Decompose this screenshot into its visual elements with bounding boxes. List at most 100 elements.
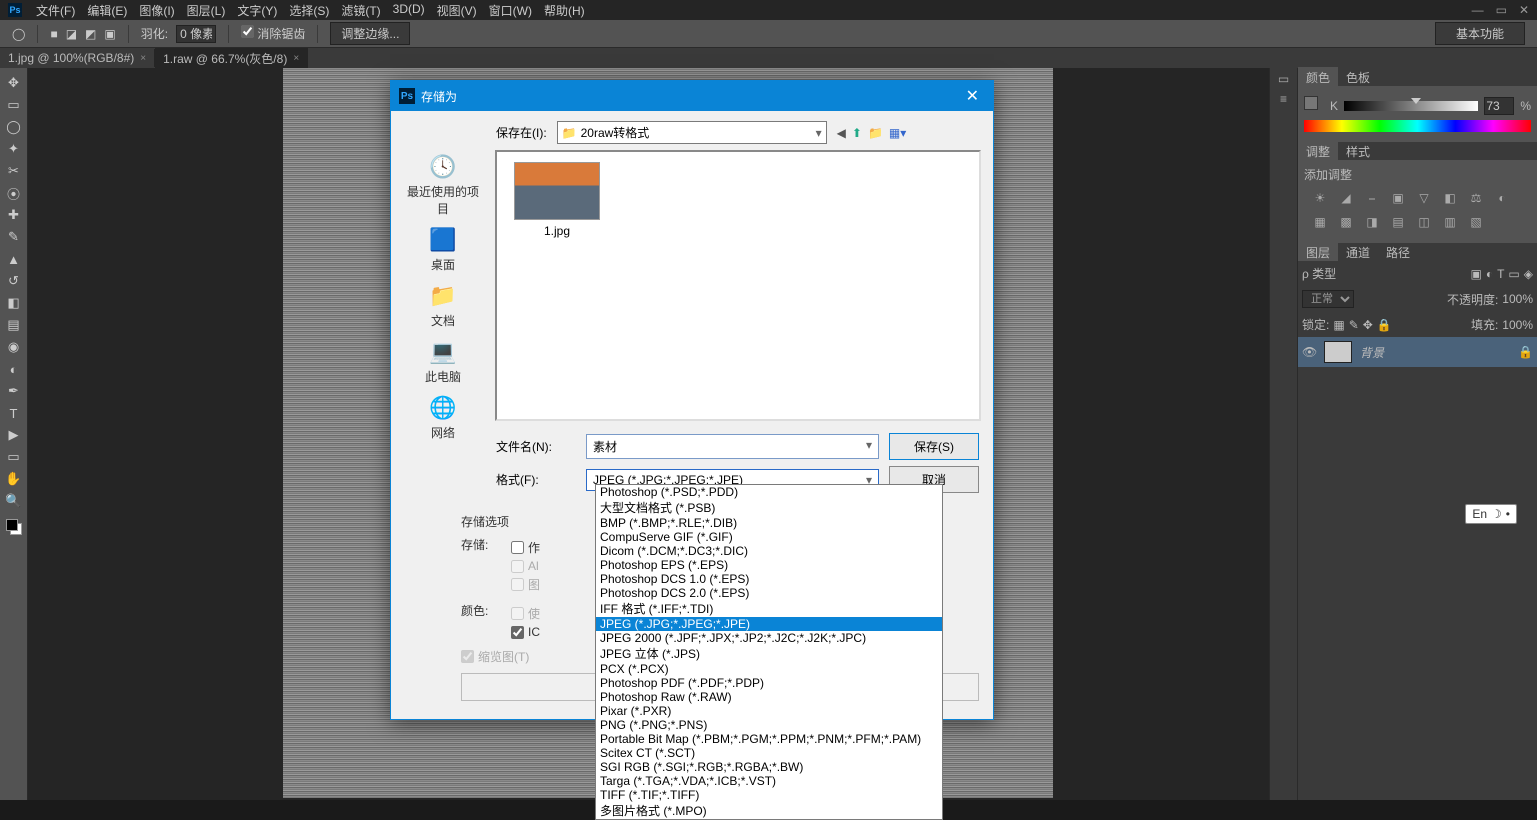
- selmode-new-icon[interactable]: ■: [50, 27, 57, 41]
- minimize-icon[interactable]: —: [1472, 3, 1484, 17]
- places-item[interactable]: 📁文档: [403, 283, 483, 329]
- format-option[interactable]: PNG (*.PNG;*.PNS): [596, 718, 942, 732]
- menu-item[interactable]: 图像(I): [133, 2, 180, 19]
- format-option[interactable]: Photoshop (*.PSD;*.PDD): [596, 485, 942, 499]
- eraser-tool-icon[interactable]: ◧: [2, 293, 26, 313]
- newfolder-icon[interactable]: 📁: [868, 126, 883, 140]
- document-tab[interactable]: 1.jpg @ 100%(RGB/8#)×: [0, 49, 155, 67]
- format-option[interactable]: Portable Bit Map (*.PBM;*.PGM;*.PPM;*.PN…: [596, 732, 942, 746]
- filter-type-icon[interactable]: T: [1497, 267, 1504, 281]
- filter-smart-icon[interactable]: ◈: [1524, 267, 1533, 281]
- mix-icon[interactable]: ▩: [1336, 213, 1356, 231]
- curves-icon[interactable]: ⎯: [1362, 189, 1382, 207]
- menu-item[interactable]: 编辑(E): [81, 2, 133, 19]
- swatches-tab[interactable]: 色板: [1338, 67, 1378, 88]
- layer-row[interactable]: 👁 背景 🔒: [1298, 337, 1537, 367]
- icc-checkbox[interactable]: IC: [511, 625, 540, 639]
- format-option[interactable]: 多图片格式 (*.MPO): [596, 802, 942, 819]
- path-select-icon[interactable]: ▶: [2, 425, 26, 445]
- document-tab[interactable]: 1.raw @ 66.7%(灰色/8)×: [155, 48, 308, 69]
- format-option[interactable]: Photoshop Raw (*.RAW): [596, 690, 942, 704]
- photo-icon[interactable]: ▦: [1310, 213, 1330, 231]
- dialog-close-icon[interactable]: ✕: [960, 86, 985, 106]
- format-option[interactable]: JPEG 2000 (*.JPF;*.JPX;*.JP2;*.J2C;*.J2K…: [596, 631, 942, 645]
- spectrum-bar[interactable]: [1304, 120, 1531, 132]
- hue-icon[interactable]: ◧: [1440, 189, 1460, 207]
- filter-shape-icon[interactable]: ▭: [1508, 267, 1519, 281]
- menu-item[interactable]: 视图(V): [431, 2, 483, 19]
- save-button[interactable]: 保存(S): [889, 433, 979, 460]
- format-option[interactable]: Photoshop DCS 1.0 (*.EPS): [596, 572, 942, 586]
- thresh-icon[interactable]: ◫: [1414, 213, 1434, 231]
- tab-close-icon[interactable]: ×: [293, 53, 299, 64]
- wand-tool-icon[interactable]: ✦: [2, 139, 26, 159]
- marquee-tool-icon[interactable]: ▭: [2, 95, 26, 115]
- crop-tool-icon[interactable]: ✂: [2, 161, 26, 181]
- lock-pos-icon[interactable]: ✥: [1363, 318, 1373, 332]
- paths-tab[interactable]: 路径: [1378, 242, 1418, 263]
- selmode-add-icon[interactable]: ◪: [66, 27, 77, 41]
- history-panel-icon[interactable]: ▭: [1278, 72, 1289, 86]
- format-option[interactable]: IFF 格式 (*.IFF;*.TDI): [596, 600, 942, 617]
- location-combo[interactable]: 📁 20raw转格式 ▾: [557, 121, 827, 144]
- places-item[interactable]: 💻此电脑: [403, 339, 483, 385]
- format-option[interactable]: Pixar (*.PXR): [596, 704, 942, 718]
- feather-input[interactable]: [176, 25, 216, 43]
- maximize-icon[interactable]: ▭: [1496, 3, 1507, 17]
- format-option[interactable]: Scitex CT (*.SCT): [596, 746, 942, 760]
- hand-tool-icon[interactable]: ✋: [2, 469, 26, 489]
- move-tool-icon[interactable]: ✥: [2, 73, 26, 93]
- levels-icon[interactable]: ◢: [1336, 189, 1356, 207]
- format-option[interactable]: JPEG (*.JPG;*.JPEG;*.JPE): [596, 617, 942, 631]
- format-option[interactable]: 大型文档格式 (*.PSB): [596, 499, 942, 516]
- menu-item[interactable]: 帮助(H): [538, 2, 591, 19]
- brightness-icon[interactable]: ☀: [1310, 189, 1330, 207]
- ime-indicator[interactable]: En☽•: [1465, 504, 1517, 524]
- channels-tab[interactable]: 通道: [1338, 242, 1378, 263]
- lasso-tool-icon[interactable]: ◯: [2, 117, 26, 137]
- pen-tool-icon[interactable]: ✒: [2, 381, 26, 401]
- sel-icon[interactable]: ▧: [1466, 213, 1486, 231]
- lasso-icon[interactable]: ◯: [12, 27, 25, 41]
- menu-item[interactable]: 滤镜(T): [335, 2, 386, 19]
- k-slider[interactable]: [1344, 101, 1478, 111]
- visibility-icon[interactable]: 👁: [1302, 345, 1316, 359]
- format-option[interactable]: SGI RGB (*.SGI;*.RGB;*.RGBA;*.BW): [596, 760, 942, 774]
- k-input[interactable]: [1484, 97, 1514, 115]
- filename-input[interactable]: 素材▾: [586, 434, 879, 459]
- properties-panel-icon[interactable]: ≡: [1280, 92, 1287, 106]
- format-option[interactable]: JPEG 立体 (*.JPS): [596, 645, 942, 662]
- menu-item[interactable]: 文字(Y): [231, 2, 283, 19]
- tab-close-icon[interactable]: ×: [140, 53, 146, 64]
- places-item[interactable]: 🕓最近使用的项目: [403, 154, 483, 217]
- zoom-tool-icon[interactable]: 🔍: [2, 491, 26, 511]
- bw-icon[interactable]: ◐: [1492, 189, 1512, 207]
- gradient-tool-icon[interactable]: ▤: [2, 315, 26, 335]
- places-item[interactable]: 🟦桌面: [403, 227, 483, 273]
- brush-tool-icon[interactable]: ✎: [2, 227, 26, 247]
- menu-item[interactable]: 窗口(W): [483, 2, 538, 19]
- opacity-value[interactable]: 100%: [1502, 292, 1533, 306]
- viewmenu-icon[interactable]: ▦▾: [889, 126, 906, 140]
- format-option[interactable]: Photoshop PDF (*.PDF;*.PDP): [596, 676, 942, 690]
- format-option[interactable]: PCX (*.PCX): [596, 662, 942, 676]
- color-swap-icon[interactable]: [5, 518, 23, 536]
- menu-item[interactable]: 图层(L): [181, 2, 232, 19]
- filter-img-icon[interactable]: ▣: [1470, 267, 1481, 281]
- format-option[interactable]: Photoshop EPS (*.EPS): [596, 558, 942, 572]
- format-option[interactable]: Photoshop DCS 2.0 (*.EPS): [596, 586, 942, 600]
- filter-adj-icon[interactable]: ◐: [1486, 267, 1493, 281]
- antialias-toggle[interactable]: 消除锯齿: [241, 25, 305, 42]
- dodge-tool-icon[interactable]: ◐: [2, 359, 26, 379]
- bal-icon[interactable]: ⚖: [1466, 189, 1486, 207]
- lock-trans-icon[interactable]: ▦: [1333, 318, 1344, 332]
- history-brush-icon[interactable]: ↺: [2, 271, 26, 291]
- invert-icon[interactable]: ◨: [1362, 213, 1382, 231]
- exposure-icon[interactable]: ▣: [1388, 189, 1408, 207]
- adjustments-tab[interactable]: 调整: [1298, 141, 1338, 162]
- format-option[interactable]: Targa (*.TGA;*.VDA;*.ICB;*.VST): [596, 774, 942, 788]
- blend-mode-select[interactable]: 正常: [1302, 290, 1354, 308]
- eyedropper-tool-icon[interactable]: ⦿: [2, 183, 26, 203]
- fill-value[interactable]: 100%: [1502, 318, 1533, 332]
- styles-tab[interactable]: 样式: [1338, 141, 1378, 162]
